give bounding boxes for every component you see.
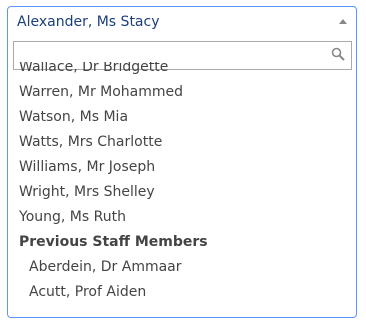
option-item[interactable]: Watts, Mrs Charlotte — [9, 130, 355, 155]
results-list[interactable]: Wallace, Dr Bridgette Warren, Mr Mohamme… — [9, 62, 355, 316]
staff-select[interactable]: Alexander, Ms Stacy — [7, 6, 357, 36]
option-group-label: Previous Staff Members — [19, 234, 208, 250]
option-item[interactable]: Wallace, Dr Bridgette — [9, 62, 355, 80]
triangle-up-icon[interactable] — [339, 19, 347, 24]
select-dropdown: Wallace, Dr Bridgette Warren, Mr Mohamme… — [7, 35, 357, 318]
option-item[interactable]: Aberdein, Dr Ammaar — [9, 255, 355, 280]
option-item[interactable]: Acutt, Prof Aiden — [9, 280, 355, 305]
option-item[interactable]: Young, Ms Ruth — [9, 205, 355, 230]
search-icon — [331, 47, 345, 61]
selected-value: Alexander, Ms Stacy — [17, 14, 160, 30]
option-item[interactable]: Williams, Mr Joseph — [9, 155, 355, 180]
option-item[interactable]: Watson, Ms Mia — [9, 105, 355, 130]
option-item[interactable]: Wright, Mrs Shelley — [9, 180, 355, 205]
option-item[interactable]: Warren, Mr Mohammed — [9, 80, 355, 105]
